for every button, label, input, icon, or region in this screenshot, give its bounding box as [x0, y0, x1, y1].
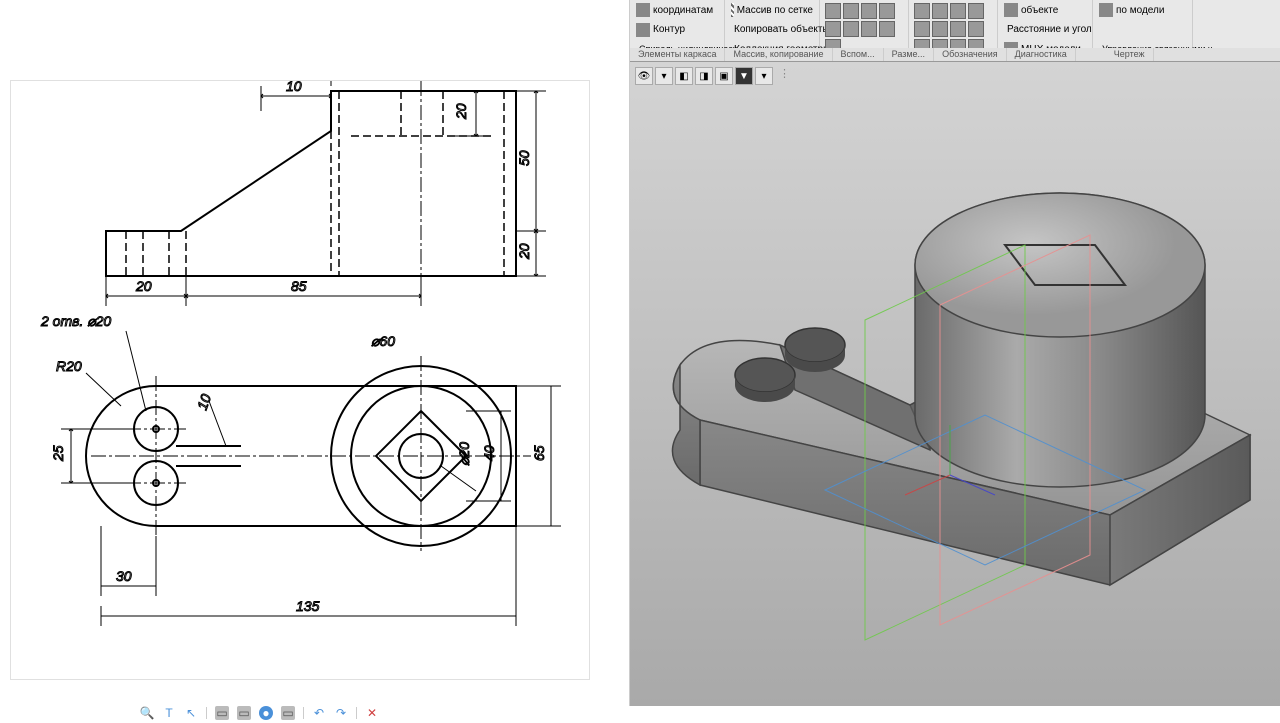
holes-label: 2 отв. ⌀20	[40, 313, 111, 329]
aux-icon[interactable]	[825, 21, 841, 37]
tab-dims[interactable]: Разме...	[884, 48, 934, 61]
tab-drawing[interactable]: Чертеж	[1106, 48, 1154, 61]
dia20-label: ⌀20	[456, 442, 472, 466]
dim-10: 10	[286, 81, 302, 94]
page-icon[interactable]: ▭	[281, 706, 295, 720]
redo-icon[interactable]: ↷	[334, 706, 348, 720]
filter2-btn[interactable]: ◨	[695, 67, 713, 85]
dim-65: 65	[531, 445, 547, 461]
copy-tool[interactable]: Копировать объекты	[729, 22, 815, 38]
filter1-btn[interactable]: ◧	[675, 67, 693, 85]
dim-icon[interactable]	[932, 3, 948, 19]
drawing-canvas[interactable]: 10 20 50	[10, 80, 590, 680]
aux-icon[interactable]	[861, 21, 877, 37]
aux-icon[interactable]	[825, 3, 841, 19]
r20-label: R20	[56, 358, 82, 374]
visibility-btn[interactable]: 👁	[635, 67, 653, 85]
dim-10b: 10	[194, 392, 214, 412]
dia60-label: ⌀60	[371, 333, 395, 349]
dropdown-btn[interactable]: ▾	[655, 67, 673, 85]
funnel-btn[interactable]: ▼	[735, 67, 753, 85]
aux-icon[interactable]	[861, 3, 877, 19]
dim-20a: 20	[453, 103, 469, 120]
object-tool[interactable]: объекте	[1002, 2, 1088, 18]
filter3-btn[interactable]: ▣	[715, 67, 733, 85]
aux-icon[interactable]	[843, 21, 859, 37]
dim-25: 25	[50, 445, 66, 462]
aux-icon[interactable]	[879, 3, 895, 19]
more-btn[interactable]: ▾	[755, 67, 773, 85]
close-icon[interactable]: ✕	[365, 706, 379, 720]
dim-icon[interactable]	[950, 21, 966, 37]
active-page-icon[interactable]: ●	[259, 706, 273, 720]
tab-frame[interactable]: Элементы каркаса	[630, 48, 725, 61]
page-icon[interactable]: ▭	[237, 706, 251, 720]
dim-85: 85	[291, 278, 307, 294]
dim-40: 40	[481, 445, 497, 461]
cursor-icon[interactable]: ↖	[184, 706, 198, 720]
coord-tool[interactable]: координатам	[634, 2, 720, 18]
aux-icon[interactable]	[879, 21, 895, 37]
dim-135: 135	[296, 598, 320, 614]
viewport-3d[interactable]	[630, 90, 1280, 720]
aux-icon[interactable]	[843, 3, 859, 19]
dim-50: 50	[516, 150, 532, 166]
drawing-panel: 10 20 50	[0, 0, 630, 720]
toolbar-end-icon: ⋮	[779, 67, 790, 85]
dim-icon[interactable]	[914, 3, 930, 19]
undo-icon[interactable]: ↶	[312, 706, 326, 720]
ribbon-tabs: Элементы каркаса Массив, копирование Всп…	[630, 48, 1280, 62]
tab-aux[interactable]: Вспом...	[833, 48, 884, 61]
taskbar: 🔍 T ↖ ▭ ▭ ● ▭ ↶ ↷ ✕	[0, 706, 1280, 720]
dim-20c: 20	[135, 278, 152, 294]
dim-icon[interactable]	[950, 3, 966, 19]
dim-icon[interactable]	[914, 21, 930, 37]
dim-20b: 20	[516, 243, 532, 260]
contour-tool[interactable]: Контур	[634, 22, 720, 38]
text-icon[interactable]: T	[162, 706, 176, 720]
zoom-icon[interactable]: 🔍	[140, 706, 154, 720]
tab-array[interactable]: Массив, копирование	[725, 48, 832, 61]
dim-icon[interactable]	[968, 21, 984, 37]
cad-panel: координатам Контур Спираль цилиндрическ.…	[630, 0, 1280, 720]
tab-annot[interactable]: Обозначения	[934, 48, 1007, 61]
model-tool[interactable]: по модели	[1097, 2, 1188, 18]
dim-icon[interactable]	[968, 3, 984, 19]
dim-30: 30	[116, 568, 132, 584]
page-icon[interactable]: ▭	[215, 706, 229, 720]
tab-diag[interactable]: Диагностика	[1007, 48, 1076, 61]
distance-tool[interactable]: Расстояние и угол	[1002, 22, 1088, 38]
dim-icon[interactable]	[932, 21, 948, 37]
quick-toolbar: 👁 ▾ ◧ ◨ ▣ ▼ ▾ ⋮	[635, 67, 790, 85]
array-grid-tool[interactable]: Массив по сетке	[729, 2, 815, 18]
